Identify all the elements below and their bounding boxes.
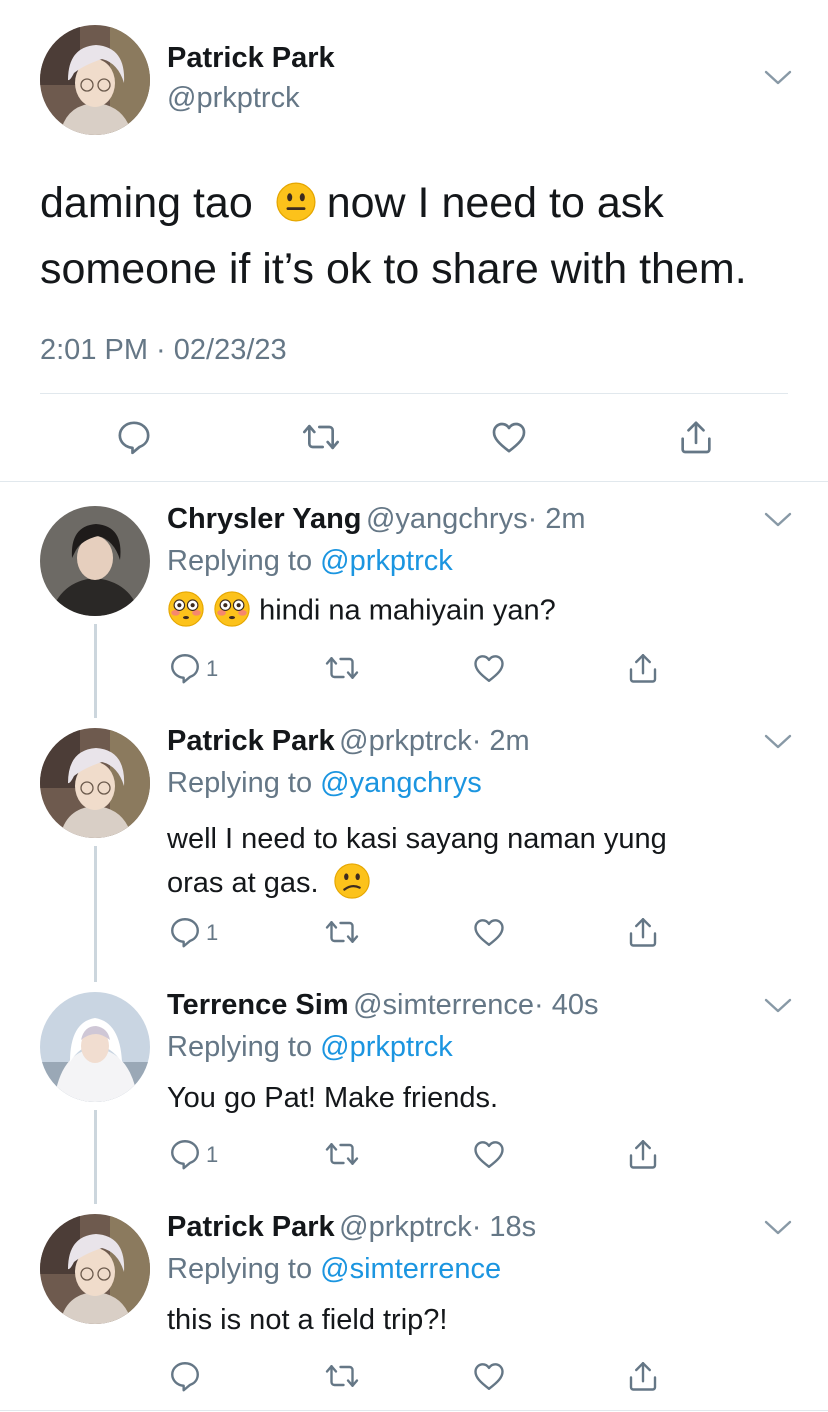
avatar[interactable] [40, 992, 150, 1102]
chevron-down-icon[interactable] [763, 1218, 793, 1238]
thread-line [94, 1110, 97, 1204]
chevron-down-icon[interactable] [763, 996, 793, 1016]
replying-to-label: Replying to [167, 545, 313, 577]
retweet-icon[interactable] [324, 1136, 360, 1172]
replying-to-link[interactable]: @prkptrck [320, 545, 453, 577]
reply-count: 1 [206, 1142, 219, 1167]
reply-time[interactable]: · 18s [472, 1211, 536, 1243]
replying-to: Replying to @simterrence [167, 1253, 501, 1286]
reply-author-name[interactable]: Chrysler Yang [167, 503, 362, 535]
share-icon[interactable] [625, 1136, 661, 1172]
retweet-icon[interactable] [324, 1358, 360, 1394]
reply-author-name[interactable]: Terrence Sim [167, 989, 349, 1021]
retweet-icon[interactable] [324, 650, 360, 686]
reply-icon[interactable] [167, 1358, 203, 1394]
reply-author-name[interactable]: Patrick Park [167, 1211, 335, 1243]
retweet-icon[interactable] [324, 914, 360, 950]
reply-text-content: hindi na mahiyain yan? [259, 594, 556, 627]
author-name[interactable]: Patrick Park [167, 42, 335, 75]
reply-count: 1 [206, 920, 219, 945]
replying-to-link[interactable]: @yangchrys [320, 767, 482, 799]
replying-to: Replying to @prkptrck [167, 545, 453, 578]
thread-line [94, 624, 97, 718]
tweet-timestamp[interactable]: 2:01 PM · 02/23/23 [40, 334, 287, 367]
avatar[interactable] [40, 1214, 150, 1324]
reply-icon[interactable] [114, 417, 154, 457]
reply-time[interactable]: · 40s [534, 989, 598, 1021]
chevron-down-icon[interactable] [763, 732, 793, 752]
tweet-text-line: someone if it’s ok to share with them. [40, 245, 747, 293]
reply-header: Chrysler Yang @yangchrys· 2m [167, 503, 586, 536]
flushed-face-icon [213, 590, 251, 628]
thread-line [94, 846, 97, 982]
reply-text: You go Pat! Make friends. [167, 1082, 499, 1114]
heart-icon[interactable] [489, 417, 529, 457]
reply-text: hindi na mahiyain yan? [167, 590, 556, 634]
reply-header: Terrence Sim @simterrence· 40s [167, 989, 598, 1022]
reply-header: Patrick Park @prkptrck· 2m [167, 725, 530, 758]
flushed-face-icon [167, 590, 205, 628]
chevron-down-icon[interactable] [763, 510, 793, 530]
replying-to-label: Replying to [167, 767, 313, 799]
reply-author-handle[interactable]: @simterrence [353, 989, 534, 1021]
reply-icon[interactable] [167, 1136, 203, 1172]
neutral-face-icon [275, 181, 317, 223]
share-icon[interactable] [625, 650, 661, 686]
heart-icon[interactable] [471, 1136, 507, 1172]
avatar[interactable] [40, 728, 150, 838]
replying-to-label: Replying to [167, 1253, 313, 1285]
reply-header: Patrick Park @prkptrck· 18s [167, 1211, 536, 1244]
author-handle[interactable]: @prkptrck [167, 82, 300, 115]
reply-text-line: well I need to kasi sayang naman yung [167, 823, 667, 855]
reply-time[interactable]: · 2m [528, 503, 586, 535]
reply-author-handle[interactable]: @yangchrys [366, 503, 528, 535]
reply-icon[interactable] [167, 650, 203, 686]
reply-text-line: oras at gas. [167, 867, 319, 899]
reply-count: 1 [206, 656, 219, 681]
retweet-icon[interactable] [301, 417, 341, 457]
divider [40, 393, 788, 394]
replying-to-link[interactable]: @simterrence [320, 1253, 501, 1285]
reply-author-name[interactable]: Patrick Park [167, 725, 335, 757]
reply-text: well I need to kasi sayang naman yung or… [167, 817, 667, 906]
share-icon[interactable] [625, 1358, 661, 1394]
replying-to-label: Replying to [167, 1031, 313, 1063]
share-icon[interactable] [676, 417, 716, 457]
replying-to: Replying to @yangchrys [167, 767, 482, 800]
tweet-text: daming tao now I need to ask someone if … [40, 170, 747, 302]
reply-author-handle[interactable]: @prkptrck [339, 725, 472, 757]
avatar-image [40, 1214, 150, 1324]
replying-to: Replying to @prkptrck [167, 1031, 453, 1064]
avatar-image [40, 992, 150, 1102]
chevron-down-icon[interactable] [763, 68, 793, 88]
avatar-image [40, 25, 150, 135]
avatar-image [40, 506, 150, 616]
tweet-text-part: daming tao [40, 179, 253, 227]
reply-author-handle[interactable]: @prkptrck [339, 1211, 472, 1243]
reply-time[interactable]: · 2m [472, 725, 530, 757]
heart-icon[interactable] [471, 914, 507, 950]
avatar-image [40, 728, 150, 838]
tweet-text-part: now I need to ask [326, 179, 664, 227]
avatar[interactable] [40, 25, 150, 135]
divider [0, 481, 828, 482]
reply-icon[interactable] [167, 914, 203, 950]
avatar[interactable] [40, 506, 150, 616]
share-icon[interactable] [625, 914, 661, 950]
confused-face-icon [333, 862, 371, 900]
replying-to-link[interactable]: @prkptrck [320, 1031, 453, 1063]
heart-icon[interactable] [471, 1358, 507, 1394]
divider [0, 1410, 828, 1411]
heart-icon[interactable] [471, 650, 507, 686]
reply-text: this is not a field trip?! [167, 1304, 448, 1336]
